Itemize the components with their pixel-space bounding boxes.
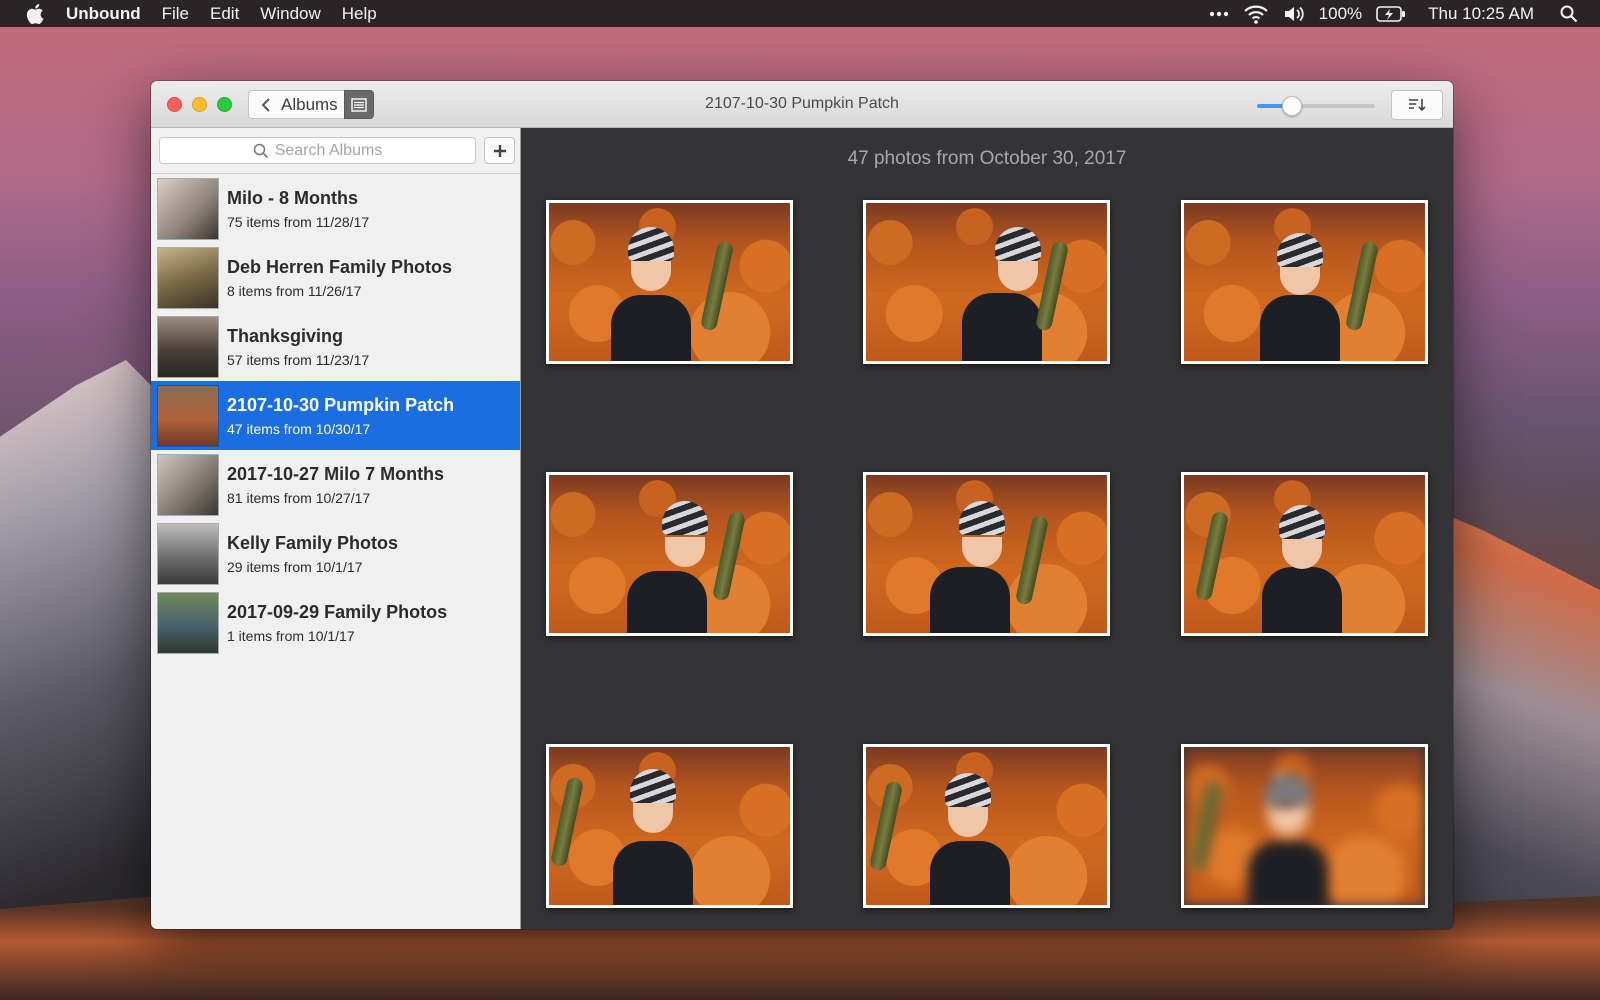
title-bar: Albums 2107-10-30 Pumpkin Patch: [151, 81, 1453, 128]
album-item[interactable]: Deb Herren Family Photos 8 items from 11…: [151, 243, 520, 312]
album-item-selected[interactable]: 2107-10-30 Pumpkin Patch 47 items from 1…: [151, 381, 520, 450]
album-name: 2107-10-30 Pumpkin Patch: [227, 395, 455, 415]
menu-clock[interactable]: Thu 10:25 AM: [1428, 4, 1534, 24]
search-row: Search Albums: [159, 137, 515, 165]
thumbnail-size-slider[interactable]: [1257, 96, 1375, 116]
album-item[interactable]: 2017-10-27 Milo 7 Months 81 items from 1…: [151, 450, 520, 519]
album-meta: 8 items from 11/26/17: [227, 283, 362, 299]
wifi-icon[interactable]: [1243, 4, 1269, 24]
album-name: Thanksgiving: [227, 326, 344, 346]
album-thumbnail: [157, 177, 219, 240]
album-thumbnail: [157, 315, 219, 378]
album-name: 2017-09-29 Family Photos: [227, 602, 448, 622]
photos-summary: 47 photos from October 30, 2017: [847, 148, 1127, 169]
album-meta: 47 items from 10/30/17: [227, 421, 371, 437]
spotlight-search-icon[interactable]: [1560, 5, 1578, 23]
album-meta: 29 items from 10/1/17: [227, 559, 363, 575]
menu-window[interactable]: Window: [260, 4, 320, 24]
photo-thumbnail[interactable]: [546, 472, 793, 636]
album-meta: 57 items from 11/23/17: [227, 352, 370, 368]
menu-bar: Unbound File Edit Window Help 100% Thu 1…: [0, 0, 1600, 27]
search-icon: [253, 143, 269, 159]
search-albums-field[interactable]: Search Albums: [159, 137, 476, 164]
plus-icon: [493, 144, 507, 158]
album-item[interactable]: 2017-09-29 Family Photos 1 items from 10…: [151, 588, 520, 657]
album-item[interactable]: Thanksgiving 57 items from 11/23/17: [151, 312, 520, 381]
battery-charging-icon[interactable]: [1376, 5, 1406, 22]
photo-grid-area: 47 photos from October 30, 2017: [521, 128, 1453, 929]
app-window: Albums 2107-10-30 Pumpkin Patch Search A…: [151, 81, 1453, 929]
album-meta: 75 items from 11/28/17: [227, 214, 370, 230]
album-meta: 1 items from 10/1/17: [227, 628, 355, 644]
photo-thumbnail[interactable]: [1181, 744, 1428, 908]
volume-icon[interactable]: [1283, 5, 1305, 23]
album-name: 2017-10-27 Milo 7 Months: [227, 464, 445, 484]
sort-icon: [1408, 97, 1426, 113]
more-dots-icon[interactable]: [1209, 11, 1229, 17]
slider-knob[interactable]: [1282, 96, 1303, 116]
menu-file[interactable]: File: [162, 4, 189, 24]
album-thumbnail: [157, 522, 219, 585]
album-item[interactable]: Kelly Family Photos 29 items from 10/1/1…: [151, 519, 520, 588]
album-name: Milo - 8 Months: [227, 188, 358, 208]
album-item[interactable]: Milo - 8 Months 75 items from 11/28/17: [151, 174, 520, 243]
album-thumbnail: [157, 591, 219, 654]
add-album-button[interactable]: [484, 137, 515, 164]
albums-sidebar: Search Albums Milo - 8 Months 75 items f…: [151, 128, 521, 929]
photo-thumbnail[interactable]: [1181, 472, 1428, 636]
album-thumbnail: [157, 384, 219, 447]
photo-thumbnail[interactable]: [546, 744, 793, 908]
menu-app-name[interactable]: Unbound: [66, 4, 141, 24]
album-list: Milo - 8 Months 75 items from 11/28/17 D…: [151, 173, 520, 657]
album-name: Deb Herren Family Photos: [227, 257, 453, 277]
apple-icon[interactable]: [26, 3, 44, 24]
photo-thumbnail[interactable]: [863, 200, 1110, 364]
photo-thumbnail[interactable]: [1181, 200, 1428, 364]
photo-thumbnail[interactable]: [546, 200, 793, 364]
photo-thumbnail[interactable]: [863, 744, 1110, 908]
menu-help[interactable]: Help: [342, 4, 377, 24]
album-meta: 81 items from 10/27/17: [227, 490, 371, 506]
search-placeholder: Search Albums: [274, 141, 383, 159]
album-name: Kelly Family Photos: [227, 533, 399, 553]
photo-thumbnail[interactable]: [863, 472, 1110, 636]
album-thumbnail: [157, 453, 219, 516]
menu-edit[interactable]: Edit: [210, 4, 239, 24]
battery-percent: 100%: [1318, 3, 1363, 23]
sort-button[interactable]: [1391, 90, 1443, 120]
album-thumbnail: [157, 246, 219, 309]
